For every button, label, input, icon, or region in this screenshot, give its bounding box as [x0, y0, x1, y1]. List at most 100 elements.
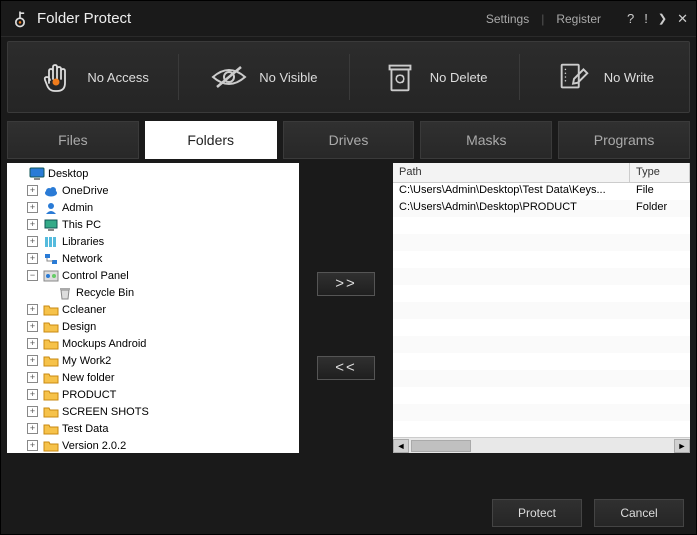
- tree-item[interactable]: + PRODUCT: [9, 386, 297, 403]
- grid-body[interactable]: C:\Users\Admin\Desktop\Test Data\Keys...…: [393, 183, 690, 437]
- option-no-delete[interactable]: No Delete: [349, 42, 519, 112]
- expand-icon[interactable]: +: [27, 219, 38, 230]
- expand-icon[interactable]: +: [27, 355, 38, 366]
- cancel-button[interactable]: Cancel: [594, 499, 684, 527]
- cell-type: File: [630, 183, 690, 200]
- tree-item[interactable]: + Admin: [9, 199, 297, 216]
- close-icon[interactable]: ✕: [677, 11, 688, 27]
- help-icon[interactable]: ?: [627, 11, 634, 26]
- tree-item[interactable]: + Test Data: [9, 420, 297, 437]
- tab-folders[interactable]: Folders: [145, 121, 277, 159]
- scroll-left-icon[interactable]: ◄: [393, 439, 409, 453]
- expand-icon[interactable]: +: [27, 389, 38, 400]
- expand-icon[interactable]: +: [27, 440, 38, 451]
- tree-item[interactable]: + SCREEN SHOTS: [9, 403, 297, 420]
- cell-path: C:\Users\Admin\Desktop\PRODUCT: [393, 200, 630, 217]
- table-row[interactable]: C:\Users\Admin\Desktop\Test Data\Keys...…: [393, 183, 690, 200]
- protect-button[interactable]: Protect: [492, 499, 582, 527]
- option-no-write[interactable]: No Write: [519, 42, 689, 112]
- info-icon[interactable]: !: [644, 11, 648, 26]
- folder-icon: [43, 405, 59, 419]
- divider: |: [537, 12, 548, 26]
- tree-item-label: Network: [62, 253, 102, 265]
- expand-icon[interactable]: +: [27, 253, 38, 264]
- tree-item[interactable]: + Design: [9, 318, 297, 335]
- option-no-access[interactable]: No Access: [8, 42, 178, 112]
- folder-icon: [43, 303, 59, 317]
- expand-icon[interactable]: +: [27, 202, 38, 213]
- eye-icon: [209, 57, 249, 97]
- tree-item-label: Admin: [62, 202, 93, 214]
- tabs: Files Folders Drives Masks Programs: [7, 121, 690, 159]
- tab-files[interactable]: Files: [7, 121, 139, 159]
- lib-icon: [43, 235, 59, 249]
- trash-icon: [380, 57, 420, 97]
- tree-item[interactable]: + New folder: [9, 369, 297, 386]
- tree-item-label: New folder: [62, 372, 115, 384]
- tree-item[interactable]: +OneDrive: [9, 182, 297, 199]
- tree-item[interactable]: +My Work2: [9, 352, 297, 369]
- grid-header: Path Type: [393, 163, 690, 183]
- tree-item-label: Ccleaner: [62, 304, 106, 316]
- expand-icon[interactable]: +: [27, 185, 38, 196]
- selected-items-panel: Path Type C:\Users\Admin\Desktop\Test Da…: [393, 163, 690, 453]
- tree-item-label: This PC: [62, 219, 101, 231]
- protection-options: No Access No Visible No Delete: [7, 41, 690, 113]
- cell-type: Folder: [630, 200, 690, 217]
- column-path[interactable]: Path: [393, 163, 630, 182]
- tree-item-label: Mockups Android: [62, 338, 146, 350]
- table-row[interactable]: C:\Users\Admin\Desktop\PRODUCTFolder: [393, 200, 690, 217]
- tree-item[interactable]: +Version 2.0.2: [9, 437, 297, 453]
- expand-icon[interactable]: +: [27, 338, 38, 349]
- tree-item[interactable]: Desktop: [9, 165, 297, 182]
- monitor-icon: [29, 167, 45, 181]
- cloud-icon: [43, 184, 59, 198]
- minimize-icon[interactable]: ❯: [658, 12, 667, 25]
- option-label: No Visible: [259, 70, 317, 85]
- add-button[interactable]: >>: [317, 272, 375, 296]
- expand-icon[interactable]: +: [27, 372, 38, 383]
- collapse-icon[interactable]: −: [27, 270, 38, 281]
- option-no-visible[interactable]: No Visible: [178, 42, 348, 112]
- tree-item[interactable]: + Ccleaner: [9, 301, 297, 318]
- tree-item[interactable]: + Network: [9, 250, 297, 267]
- folder-icon: [43, 422, 59, 436]
- tree-item-label: Test Data: [62, 423, 108, 435]
- main-area: Desktop+OneDrive+Admin+This PC+Libraries…: [7, 163, 690, 488]
- remove-button[interactable]: <<: [317, 356, 375, 380]
- tree-item-label: SCREEN SHOTS: [62, 406, 149, 418]
- folder-icon: [43, 388, 59, 402]
- folder-icon: [43, 371, 59, 385]
- cell-path: C:\Users\Admin\Desktop\Test Data\Keys...: [393, 183, 630, 200]
- title-bar: Folder Protect Settings | Register ? ! ❯…: [1, 1, 696, 37]
- register-link[interactable]: Register: [548, 12, 609, 26]
- column-type[interactable]: Type: [630, 163, 690, 182]
- expand-icon[interactable]: +: [27, 406, 38, 417]
- net-icon: [43, 252, 59, 266]
- tree-item-label: PRODUCT: [62, 389, 116, 401]
- spacer: [13, 168, 24, 179]
- tab-programs[interactable]: Programs: [558, 121, 690, 159]
- option-label: No Delete: [430, 70, 488, 85]
- app-logo-icon: [9, 8, 31, 30]
- tree-item-label: Design: [62, 321, 96, 333]
- tab-masks[interactable]: Masks: [420, 121, 552, 159]
- tab-drives[interactable]: Drives: [283, 121, 415, 159]
- scroll-right-icon[interactable]: ►: [674, 439, 690, 453]
- tree-item[interactable]: + Libraries: [9, 233, 297, 250]
- expand-icon[interactable]: +: [27, 236, 38, 247]
- tree-item[interactable]: Recycle Bin: [9, 284, 297, 301]
- horizontal-scrollbar[interactable]: ◄ ►: [393, 437, 690, 453]
- tree-item[interactable]: + Mockups Android: [9, 335, 297, 352]
- hand-icon: [37, 57, 77, 97]
- app-title: Folder Protect: [37, 10, 131, 27]
- scroll-thumb[interactable]: [411, 440, 471, 452]
- expand-icon[interactable]: +: [27, 304, 38, 315]
- tree-item-label: Libraries: [62, 236, 104, 248]
- expand-icon[interactable]: +: [27, 321, 38, 332]
- expand-icon[interactable]: +: [27, 423, 38, 434]
- tree-item[interactable]: −Control Panel: [9, 267, 297, 284]
- settings-link[interactable]: Settings: [478, 12, 537, 26]
- transfer-controls: >> <<: [299, 163, 393, 488]
- tree-item[interactable]: + This PC: [9, 216, 297, 233]
